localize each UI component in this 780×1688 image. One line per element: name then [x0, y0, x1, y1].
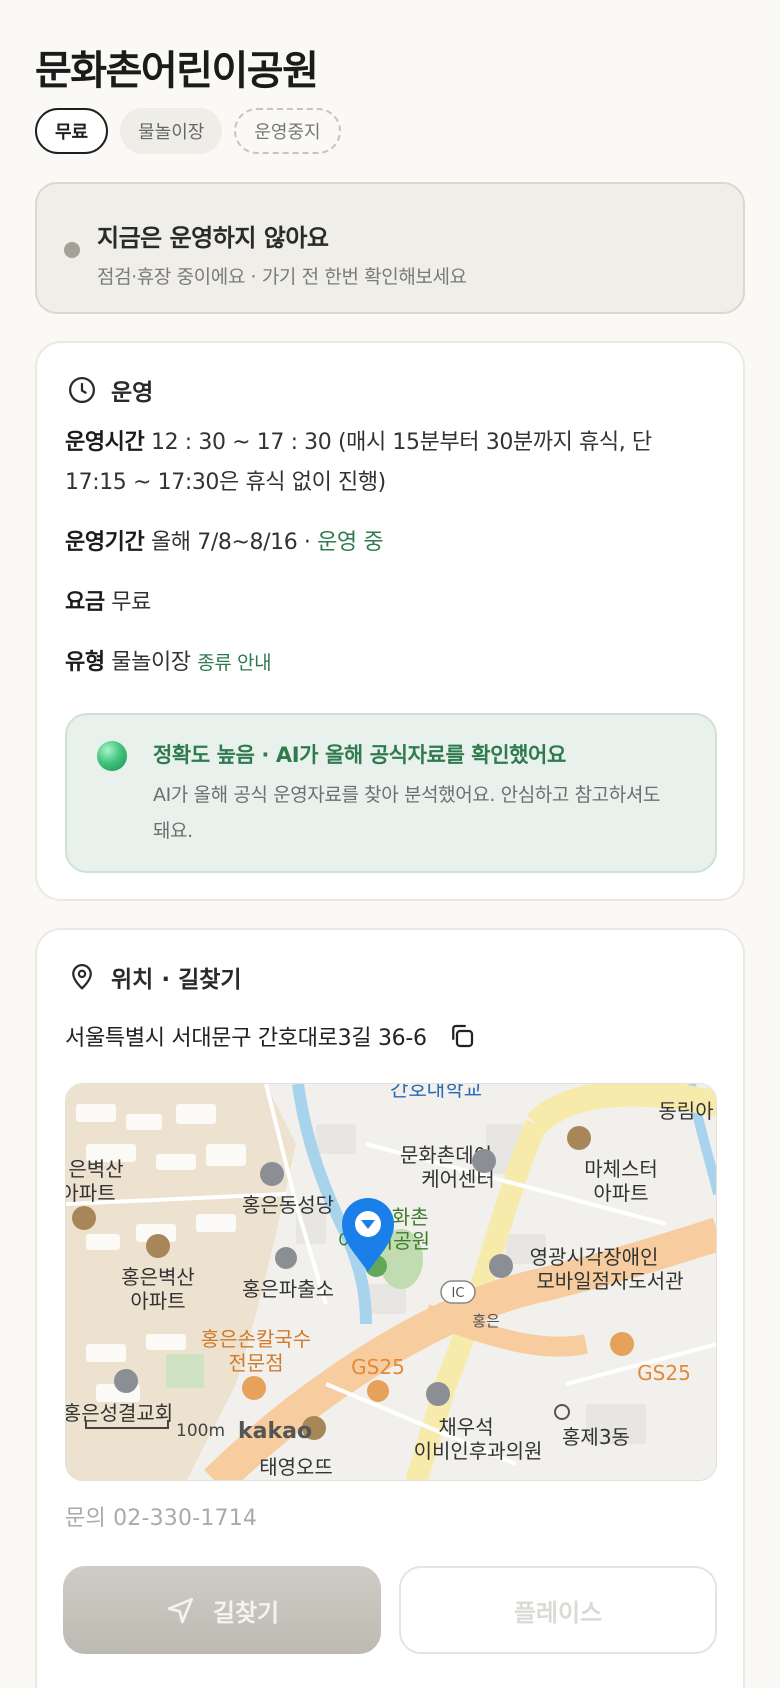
- contact-phone[interactable]: 문의 02-330-1714: [65, 1500, 257, 1532]
- map-label-dongrim: 동림아: [658, 1099, 713, 1123]
- map-label-hb2: 아파트: [130, 1289, 185, 1313]
- map-label-gs25a: GS25: [351, 1355, 405, 1379]
- map-label-noodle2: 전문점: [228, 1351, 283, 1375]
- directions-label: 길찾기: [212, 1598, 280, 1627]
- map-label-hj3: 홍제3동: [562, 1425, 630, 1449]
- map-label-byeok1: 은벽산: [68, 1157, 123, 1181]
- map-label-clinic1: 채우석: [438, 1415, 493, 1439]
- period-status: 운영 중: [317, 530, 384, 555]
- ic-badge-label: IC: [452, 1286, 465, 1301]
- fee-label: 요금: [65, 590, 105, 615]
- ai-accuracy-notice: 정확도 높음 · AI가 올해 공식자료를 확인했어요 AI가 올해 공식 운영…: [65, 713, 717, 873]
- period-value: 올해 7/8~8/16 ·: [150, 530, 311, 555]
- map-label-byeok2: 아파트: [66, 1181, 116, 1205]
- operation-header-label: 운영: [111, 380, 154, 406]
- map-label-hb1: 홍은벽산: [121, 1265, 195, 1289]
- status-title: 지금은 운영하지 않아요: [97, 224, 329, 252]
- operating-hours: 운영시간 12 : 30 ~ 17 : 30 (매시 15분부터 30분까지 휴…: [65, 423, 725, 503]
- facility-type: 유형 물놀이장 종류 안내: [65, 643, 272, 683]
- hours-label: 운영시간: [65, 430, 145, 455]
- chip-free[interactable]: 무료: [35, 108, 109, 154]
- map-label-police: 홍은파출소: [242, 1277, 334, 1301]
- map-label-noodle1: 홍은손칼국수: [201, 1327, 311, 1351]
- operation-header: 운영: [67, 373, 153, 407]
- hours-value-1: 12 : 30 ~ 17 : 30 (매시 15분부터 30분까지 휴식, 단: [150, 430, 652, 455]
- map-label-univ: 간호대학교: [390, 1084, 482, 1101]
- status-banner: 지금은 운영하지 않아요 점검·휴장 중이에요 · 가기 전 한번 확인해보세요: [35, 182, 745, 314]
- location-pin-icon: [72, 964, 92, 990]
- chip-waterplay[interactable]: 물놀이장: [120, 108, 223, 154]
- navigation-arrow-icon: [167, 1598, 193, 1624]
- type-label: 유형: [65, 650, 105, 675]
- ai-orb-icon: [97, 741, 127, 771]
- directions-button[interactable]: 길찾기: [63, 1566, 381, 1654]
- scale-label: 100m: [176, 1421, 225, 1441]
- copy-icon[interactable]: [447, 1021, 477, 1051]
- operation-card: 운영 운영시간 12 : 30 ~ 17 : 30 (매시 15분부터 30분까…: [35, 341, 745, 901]
- map-label-gs25b: GS25: [637, 1361, 691, 1385]
- bottom-actions: 길찾기 플레이스: [63, 1566, 717, 1654]
- type-value: 물놀이장: [111, 650, 191, 675]
- map-label-mache2: 아파트: [593, 1181, 648, 1205]
- period-label: 운영기간: [65, 530, 145, 555]
- map-label-cathedral: 홍은동성당: [242, 1193, 334, 1217]
- location-header-label: 위치 · 길찾기: [111, 967, 242, 993]
- place-label: 플레이스: [513, 1598, 603, 1627]
- map-canvas[interactable]: 간호대학교 동림아 문화촌데이 케어센터 마체스터 아파트 은벽산 아파트 홍은…: [66, 1084, 717, 1481]
- page: 문화촌어린이공원 무료 물놀이장 운영중지 지금은 운영하지 않아요 점검·휴장…: [0, 0, 780, 1688]
- map-label-clinic2: 이비인후과의원: [414, 1439, 543, 1463]
- map-label-church: 홍은성결교회: [66, 1401, 173, 1425]
- ai-notice-desc: AI가 올해 공식 운영자료를 찾아 분석했어요. 안심하고 참고하셔도 돼요.: [153, 784, 660, 842]
- map-label-mache1: 마체스터: [584, 1157, 658, 1181]
- status-subtitle: 점검·휴장 중이에요 · 가기 전 한번 확인해보세요: [97, 266, 467, 288]
- fee: 요금 무료: [65, 583, 151, 623]
- location-header: 위치 · 길찾기: [67, 960, 242, 994]
- hours-value-2: 17:15 ~ 17:30은 휴식 없이 진행): [65, 470, 386, 495]
- status-dot: [64, 242, 80, 258]
- map-label-hongeun: 홍은: [472, 1312, 500, 1330]
- map-label-library2: 모바일점자도서관: [536, 1269, 683, 1293]
- ai-notice-title: 정확도 높음 · AI가 올해 공식자료를 확인했어요: [153, 743, 566, 767]
- clock-icon: [69, 377, 95, 403]
- tag-chips: 무료 물놀이장 운영중지: [35, 108, 341, 154]
- page-title: 문화촌어린이공원: [35, 48, 319, 94]
- operating-period: 운영기간 올해 7/8~8/16 · 운영 중: [65, 523, 384, 563]
- fee-value: 무료: [111, 590, 151, 615]
- map-view[interactable]: 간호대학교 동림아 문화촌데이 케어센터 마체스터 아파트 은벽산 아파트 홍은…: [65, 1083, 717, 1481]
- address-row: 서울특별시 서대문구 간호대로3길 36-6: [65, 1020, 477, 1052]
- address-text: 서울특별시 서대문구 간호대로3길 36-6: [65, 1026, 427, 1051]
- place-button[interactable]: 플레이스: [399, 1566, 717, 1654]
- chip-closed[interactable]: 운영중지: [234, 108, 341, 154]
- kakao-logo: kakao: [238, 1419, 312, 1444]
- map-label-bottom: 태영오뜨: [259, 1455, 333, 1479]
- map-label-library1: 영광시각장애인: [530, 1245, 659, 1269]
- type-guide-link[interactable]: 종류 안내: [197, 652, 271, 674]
